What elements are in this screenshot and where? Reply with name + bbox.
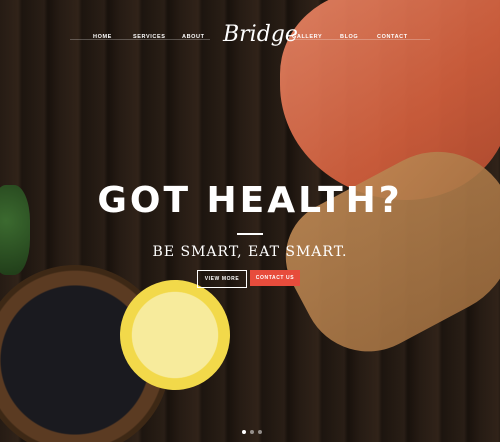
slide-dot-1[interactable] xyxy=(242,430,246,434)
nav-about[interactable]: ABOUT xyxy=(182,34,205,40)
hero-title: GOT HEALTH? xyxy=(97,180,403,221)
nav-services[interactable]: SERVICES xyxy=(133,34,166,40)
nav-home[interactable]: HOME xyxy=(93,34,112,40)
hero-subtitle: BE SMART, EAT SMART. xyxy=(152,244,348,260)
slider-dots xyxy=(242,430,262,434)
slide-dot-3[interactable] xyxy=(258,430,262,434)
top-navigation: HOME SERVICES ABOUT Bridge GALLERY BLOG … xyxy=(0,14,500,47)
nav-contact[interactable]: CONTACT xyxy=(377,34,408,40)
contact-us-button[interactable]: CONTACT US xyxy=(250,270,300,286)
hero-section: HOME SERVICES ABOUT Bridge GALLERY BLOG … xyxy=(0,0,500,442)
site-logo[interactable]: Bridge xyxy=(223,22,298,47)
nav-gallery[interactable]: GALLERY xyxy=(292,34,322,40)
title-separator xyxy=(237,233,263,235)
slide-dot-2[interactable] xyxy=(250,430,254,434)
nav-blog[interactable]: BLOG xyxy=(340,34,358,40)
view-more-button[interactable]: VIEW MORE xyxy=(197,270,247,288)
